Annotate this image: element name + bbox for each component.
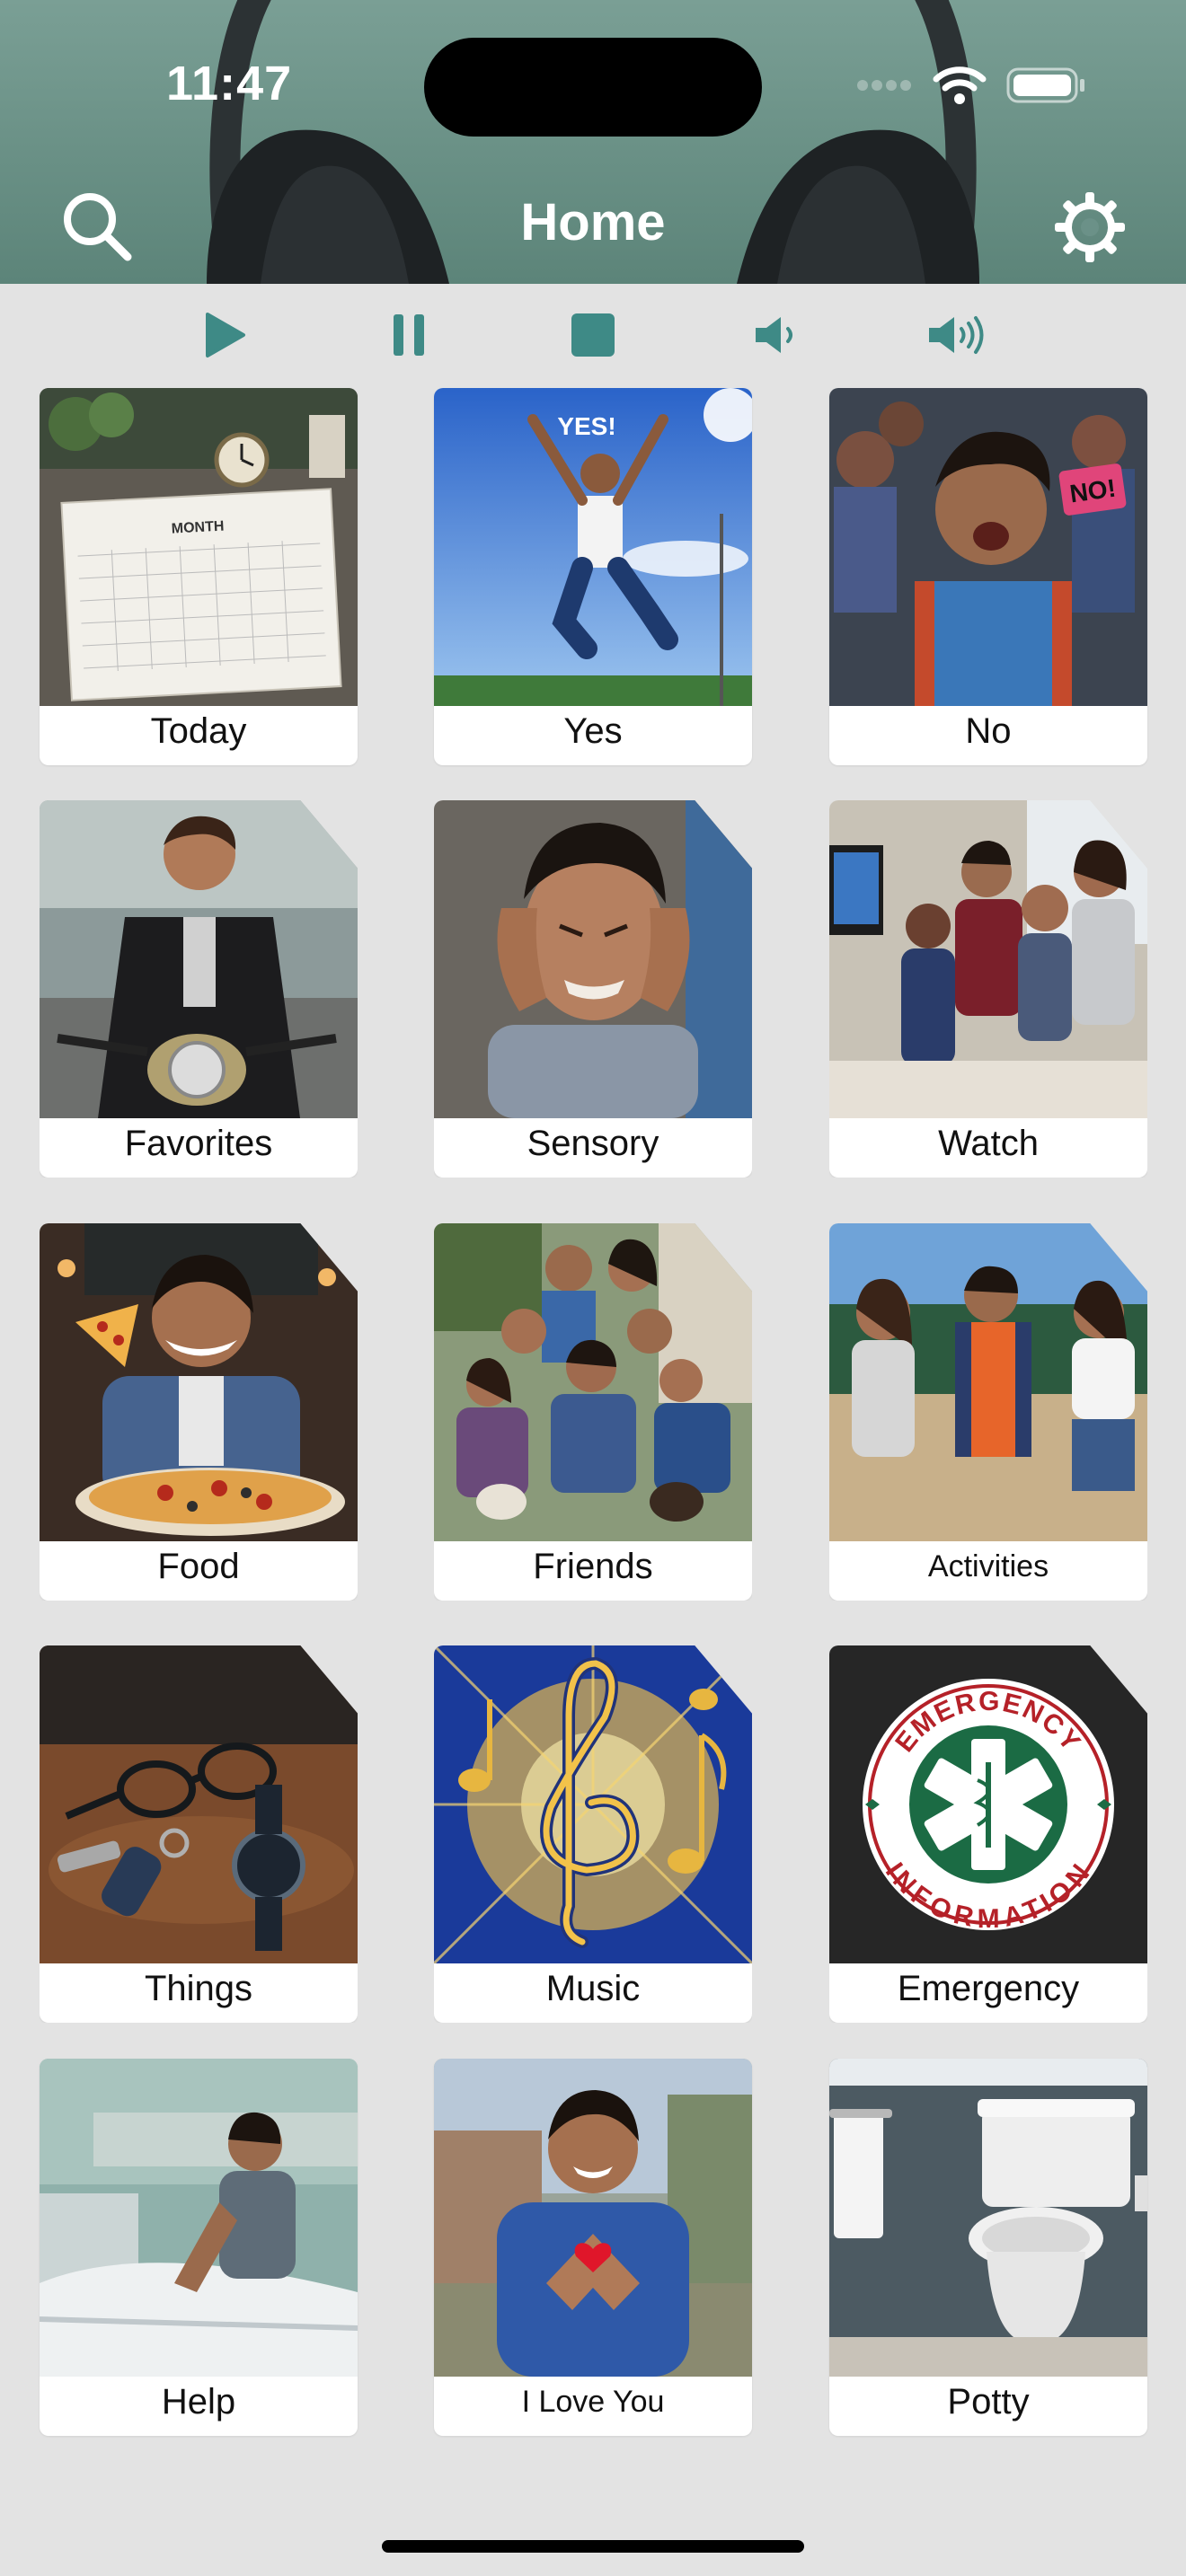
tile-help[interactable]: Help (40, 2059, 358, 2436)
tile-music[interactable]: Music (434, 1645, 752, 2023)
volume-down-button[interactable] (746, 304, 809, 366)
tile-emergency[interactable]: EMERGENCY INFORMATION Emergency (829, 1645, 1147, 2023)
pause-button[interactable] (377, 304, 440, 366)
tile-label: No (965, 711, 1012, 751)
play-button[interactable] (193, 304, 256, 366)
home-indicator[interactable] (382, 2540, 804, 2553)
playback-toolbar (0, 286, 1186, 375)
dynamic-island (424, 38, 762, 137)
things-glasses-keys-image (40, 1645, 358, 1963)
play-icon (206, 313, 245, 357)
tile-i-love-you[interactable]: I Love You (434, 2059, 752, 2436)
friends-group-image (434, 1223, 752, 1541)
teens-watching-tv-image (829, 800, 1147, 1118)
tile-food[interactable]: Food (40, 1223, 358, 1601)
tile-label: Food (157, 1547, 240, 1586)
tile-label: I Love You (521, 2385, 665, 2419)
tile-label: Friends (533, 1547, 653, 1586)
tile-things[interactable]: Things (40, 1645, 358, 2023)
wifi-icon (933, 66, 987, 104)
help-hospital-bed-image (40, 2059, 358, 2377)
yes-jumping-boy-image: YES! (434, 388, 752, 706)
tile-label: Sensory (527, 1124, 659, 1163)
tile-no[interactable]: NO! No (829, 388, 1147, 765)
stop-button[interactable] (562, 304, 624, 366)
yes-image-text: YES! (557, 412, 615, 440)
tile-label: Emergency (897, 1969, 1080, 2008)
cellular-signal-icon (857, 80, 911, 91)
tile-sensory[interactable]: Sensory (434, 800, 752, 1178)
calendar-month-text: MONTH (171, 519, 224, 537)
tile-watch[interactable]: Watch (829, 800, 1147, 1178)
settings-button[interactable] (1049, 187, 1130, 268)
gear-icon (1055, 192, 1125, 262)
tile-label: Things (144, 1969, 253, 2008)
nav-header: 11:47 Home (0, 0, 1186, 284)
tile-label: Yes (563, 711, 623, 751)
tile-label: Music (545, 1969, 641, 2008)
tile-label: Potty (947, 2382, 1030, 2422)
no-angry-boy-image: NO! (829, 388, 1147, 706)
tile-today[interactable]: MONTH Today (40, 388, 358, 765)
volume-up-icon (929, 316, 984, 354)
volume-up-button[interactable] (925, 304, 988, 366)
i-love-you-heart-hands-image (434, 2059, 752, 2377)
tile-favorites[interactable]: Favorites (40, 800, 358, 1178)
tile-yes[interactable]: YES! Yes (434, 388, 752, 765)
stop-icon (571, 313, 615, 357)
tile-label: Today (150, 711, 247, 751)
sensory-boy-covering-ears-image (434, 800, 752, 1118)
tile-friends[interactable]: Friends (434, 1223, 752, 1601)
emergency-information-badge-image: EMERGENCY INFORMATION (829, 1645, 1147, 1963)
motorcycle-boy-image (40, 800, 358, 1118)
calendar-image: MONTH (40, 388, 358, 706)
pause-icon (394, 314, 424, 356)
pizza-boy-image (40, 1223, 358, 1541)
page-title: Home (520, 193, 666, 251)
tile-activities[interactable]: Activities (829, 1223, 1147, 1601)
tile-label: Watch (938, 1124, 1039, 1163)
status-indicators (855, 65, 1087, 106)
potty-toilet-image (829, 2059, 1147, 2377)
activities-teens-image (829, 1223, 1147, 1541)
tile-potty[interactable]: Potty (829, 2059, 1147, 2436)
battery-icon (1006, 67, 1084, 103)
music-notes-image (434, 1645, 752, 1963)
status-time: 11:47 (166, 57, 293, 110)
tile-label: Favorites (124, 1124, 273, 1163)
tile-label: Help (161, 2382, 236, 2422)
tile-label: Activities (927, 1549, 1049, 1584)
volume-down-icon (756, 317, 792, 353)
